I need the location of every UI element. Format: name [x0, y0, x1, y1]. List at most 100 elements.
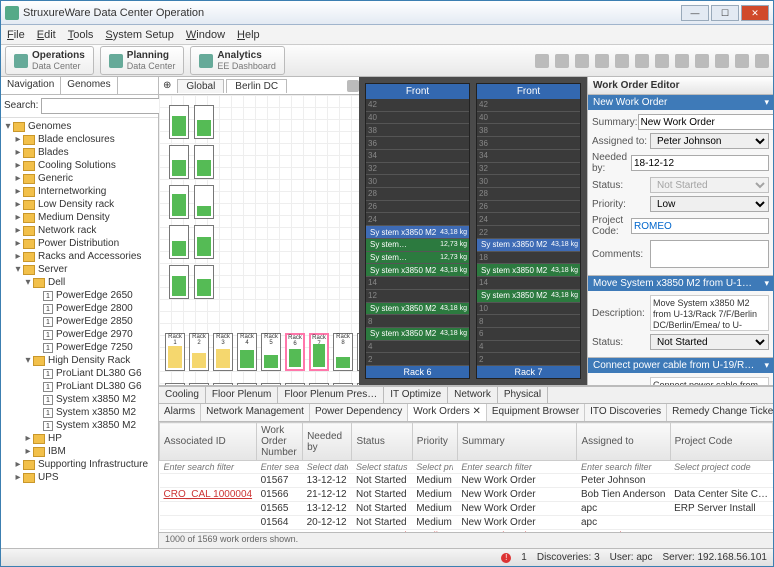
- task-header[interactable]: Move System x3850 M2 from U-13/Rack 7/F/…: [588, 276, 773, 291]
- tree-power-distribution[interactable]: ▸Power Distribution: [3, 237, 156, 250]
- filter-cell[interactable]: [160, 461, 257, 474]
- rack-tile[interactable]: [194, 225, 214, 259]
- tool-icon[interactable]: [675, 54, 689, 68]
- error-icon[interactable]: !: [501, 553, 511, 563]
- tool-icon[interactable]: [735, 54, 749, 68]
- tree-server[interactable]: ▾Server: [3, 263, 156, 276]
- tree-system-x3850-m2[interactable]: 1System x3850 M2: [3, 393, 156, 406]
- filter-cell[interactable]: [457, 461, 577, 474]
- rack-tile[interactable]: [194, 145, 214, 179]
- rack-slot[interactable]: 22: [477, 226, 580, 239]
- tree-supporting-infrastructure[interactable]: ▸Supporting Infrastructure: [3, 458, 156, 471]
- menu-tools[interactable]: Tools: [68, 29, 94, 41]
- rack-slot[interactable]: 32: [366, 163, 469, 176]
- rack-server[interactable]: Sy stem x3850 M243,18 kg: [477, 264, 580, 277]
- tree-ibm[interactable]: ▸IBM: [3, 445, 156, 458]
- rack-slot[interactable]: 26: [477, 201, 580, 214]
- twisty-icon[interactable]: ▸: [13, 160, 23, 171]
- rack-slot[interactable]: 4: [366, 341, 469, 354]
- tree-hp[interactable]: ▸HP: [3, 432, 156, 445]
- twisty-icon[interactable]: ▾: [13, 264, 23, 275]
- rack-server[interactable]: Sy stem x3850 M243,18 kg: [477, 290, 580, 303]
- rack-slot[interactable]: 2: [477, 353, 580, 366]
- rack-tile[interactable]: Rack 2: [189, 333, 209, 371]
- needed-input[interactable]: [631, 155, 769, 171]
- filter-cell[interactable]: [257, 461, 303, 474]
- col-header[interactable]: Work Order Number: [257, 423, 303, 461]
- fp-tool-icon[interactable]: [347, 80, 359, 92]
- rack-slot[interactable]: 24: [477, 213, 580, 226]
- tree-poweredge-2970[interactable]: 1PowerEdge 2970: [3, 328, 156, 341]
- tab-navigation[interactable]: Navigation: [1, 77, 61, 94]
- rack-slot[interactable]: 10: [477, 303, 580, 316]
- discoveries[interactable]: Discoveries: 3: [537, 552, 600, 563]
- tool-icon[interactable]: [555, 54, 569, 68]
- rack-server[interactable]: Sy stem x3850 M243,18 kg: [366, 264, 469, 277]
- rack-slot[interactable]: 38: [366, 124, 469, 137]
- filter-cell[interactable]: [577, 461, 670, 474]
- floor-plan[interactable]: ⊕ Global Berlin DC Rack 1Rack 2Rack 3Rac…: [159, 77, 359, 385]
- tool-icon[interactable]: [715, 54, 729, 68]
- task-status-select[interactable]: Not Started: [650, 334, 769, 350]
- rack-right[interactable]: Front 4240383634323028262422Sy stem x385…: [476, 83, 581, 379]
- rack-slot[interactable]: 30: [477, 175, 580, 188]
- twisty-icon[interactable]: ▸: [13, 199, 23, 210]
- tree-proliant-dl380-g6[interactable]: 1ProLiant DL380 G6: [3, 380, 156, 393]
- data-tab-ito-discoveries[interactable]: ITO Discoveries: [585, 404, 667, 421]
- rack-slot[interactable]: 32: [477, 163, 580, 176]
- rack-slot[interactable]: 26: [366, 201, 469, 214]
- rack-server[interactable]: Sy stem…12,73 kg: [366, 252, 469, 265]
- tree-system-x3850-m2[interactable]: 1System x3850 M2: [3, 419, 156, 432]
- project-input[interactable]: [631, 218, 769, 234]
- tab-berlin[interactable]: Berlin DC: [226, 79, 287, 93]
- table-row[interactable]: 0156513-12-12Not StartedMediumNew Work O…: [160, 502, 773, 516]
- tool-icon[interactable]: [655, 54, 669, 68]
- twisty-icon[interactable]: ▸: [23, 433, 33, 444]
- tree-cooling-solutions[interactable]: ▸Cooling Solutions: [3, 159, 156, 172]
- view-tab-floor-plenum-pres-[interactable]: Floor Plenum Pres…: [278, 387, 384, 403]
- twisty-icon[interactable]: ▸: [23, 446, 33, 457]
- rack-tile[interactable]: Rack 4: [237, 333, 257, 371]
- rack-tile[interactable]: Rack 5: [261, 333, 281, 371]
- rack-slot[interactable]: 40: [366, 112, 469, 125]
- rack-tile[interactable]: [169, 145, 189, 179]
- filter-cell[interactable]: [303, 461, 352, 474]
- tree-high-density-rack[interactable]: ▾High Density Rack: [3, 354, 156, 367]
- tree-system-x3850-m2[interactable]: 1System x3850 M2: [3, 406, 156, 419]
- twisty-icon[interactable]: ▾: [3, 121, 13, 132]
- rack-tile[interactable]: [213, 383, 233, 385]
- rack-tile[interactable]: Rack 9: [357, 333, 359, 371]
- twisty-icon[interactable]: ▸: [13, 472, 23, 483]
- tree-proliant-dl380-g6[interactable]: 1ProLiant DL380 G6: [3, 367, 156, 380]
- menu-help[interactable]: Help: [237, 29, 260, 41]
- twisty-icon[interactable]: ▸: [13, 251, 23, 262]
- tab-genomes[interactable]: Genomes: [61, 77, 117, 94]
- rack-slot[interactable]: 28: [366, 188, 469, 201]
- col-header[interactable]: Project Code: [670, 423, 772, 461]
- rack-slot[interactable]: 36: [477, 137, 580, 150]
- filter-cell[interactable]: [352, 461, 412, 474]
- col-header[interactable]: Status: [352, 423, 412, 461]
- rack-tile[interactable]: [189, 383, 209, 385]
- rack-slot[interactable]: 42: [477, 99, 580, 112]
- navtab-planning[interactable]: PlanningData Center: [100, 46, 185, 75]
- rack-server[interactable]: Sy stem x3850 M243,18 kg: [366, 328, 469, 341]
- rack-tile[interactable]: [333, 383, 353, 385]
- rack-tile[interactable]: [237, 383, 257, 385]
- view-tab-cooling[interactable]: Cooling: [159, 387, 206, 403]
- twisty-icon[interactable]: ▸: [13, 459, 23, 470]
- rack-tile[interactable]: [169, 105, 189, 139]
- twisty-icon[interactable]: ▾: [23, 355, 33, 366]
- tree-poweredge-7250[interactable]: 1PowerEdge 7250: [3, 341, 156, 354]
- rack-slot[interactable]: 2: [366, 353, 469, 366]
- task-header[interactable]: Connect power cable from U-19/Rack 6/F/B…: [588, 358, 773, 373]
- col-header[interactable]: Needed by: [303, 423, 352, 461]
- summary-input[interactable]: [638, 114, 773, 130]
- view-tab-it-optimize[interactable]: IT Optimize: [384, 387, 448, 403]
- tree-internetworking[interactable]: ▸Internetworking: [3, 185, 156, 198]
- rack-server[interactable]: Sy stem…12,73 kg: [366, 239, 469, 252]
- rack-tile[interactable]: [194, 265, 214, 299]
- tree-poweredge-2800[interactable]: 1PowerEdge 2800: [3, 302, 156, 315]
- rack-tile[interactable]: [194, 185, 214, 219]
- tool-icon[interactable]: [595, 54, 609, 68]
